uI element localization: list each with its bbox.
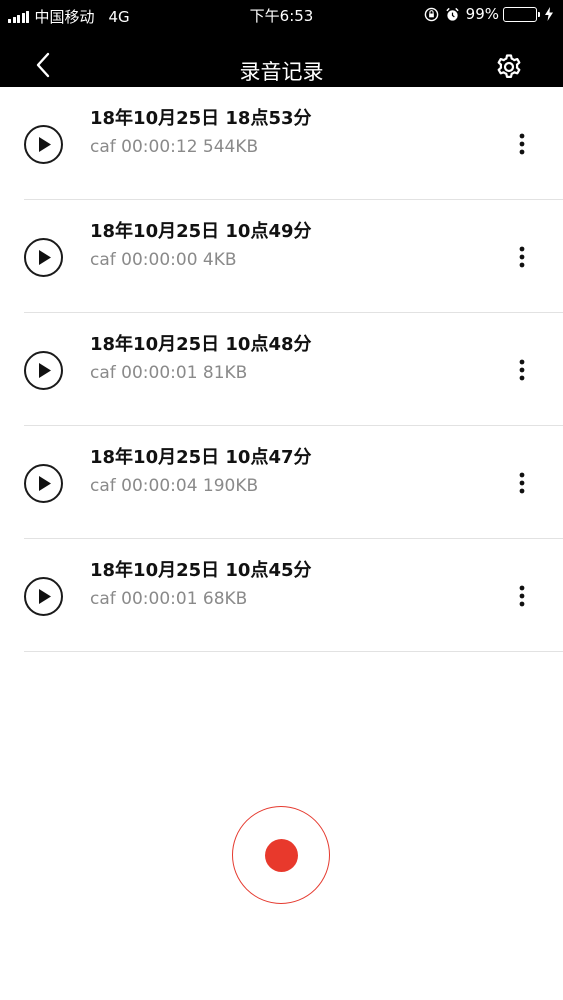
charging-icon xyxy=(545,7,553,21)
more-vertical-icon xyxy=(519,585,525,607)
list-item[interactable]: 18年10月25日 10点48分 caf 00:00:01 81KB xyxy=(0,313,563,426)
play-button[interactable] xyxy=(24,464,63,503)
more-options-button[interactable] xyxy=(506,579,538,613)
recording-title: 18年10月25日 10点48分 xyxy=(90,334,312,355)
list-item[interactable]: 18年10月25日 10点45分 caf 00:00:01 68KB xyxy=(0,539,563,652)
recording-meta: caf 00:00:00 4KB xyxy=(90,250,237,270)
play-icon xyxy=(39,476,51,491)
play-button[interactable] xyxy=(24,125,63,164)
gear-icon xyxy=(495,53,523,81)
recording-meta: caf 00:00:12 544KB xyxy=(90,137,259,157)
row-divider xyxy=(24,651,563,652)
recording-title: 18年10月25日 10点47分 xyxy=(90,447,312,468)
page-title: 录音记录 xyxy=(239,60,324,84)
more-vertical-icon xyxy=(519,246,525,268)
status-right: 99% xyxy=(424,5,553,23)
play-icon xyxy=(39,137,51,152)
battery-icon xyxy=(503,6,540,22)
more-vertical-icon xyxy=(519,133,525,155)
list-item[interactable]: 18年10月25日 18点53分 caf 00:00:12 544KB xyxy=(0,87,563,200)
record-icon xyxy=(264,838,298,872)
recording-title: 18年10月25日 10点45分 xyxy=(90,560,312,581)
recording-list: 18年10月25日 18点53分 caf 00:00:12 544KB 18年1… xyxy=(0,87,563,652)
recording-meta: caf 00:00:01 81KB xyxy=(90,363,248,383)
more-options-button[interactable] xyxy=(506,240,538,274)
more-vertical-icon xyxy=(519,472,525,494)
nav-bar: 录音记录 xyxy=(0,40,563,87)
recording-title: 18年10月25日 18点53分 xyxy=(90,108,312,129)
alarm-icon xyxy=(445,7,460,22)
play-icon xyxy=(39,363,51,378)
status-bar: 中国移动 4G 下午6:53 99% xyxy=(0,0,563,30)
play-icon xyxy=(39,589,51,604)
list-item[interactable]: 18年10月25日 10点47分 caf 00:00:04 190KB xyxy=(0,426,563,539)
play-button[interactable] xyxy=(24,577,63,616)
settings-button[interactable] xyxy=(492,50,526,84)
recording-title: 18年10月25日 10点49分 xyxy=(90,221,312,242)
more-options-button[interactable] xyxy=(506,466,538,500)
top-bar: 中国移动 4G 下午6:53 99% 录音记录 xyxy=(0,0,563,87)
battery-percent: 99% xyxy=(465,5,499,23)
orientation-lock-icon xyxy=(424,7,439,22)
record-button[interactable] xyxy=(232,806,330,904)
recording-meta: caf 00:00:04 190KB xyxy=(90,476,259,496)
more-vertical-icon xyxy=(519,359,525,381)
more-options-button[interactable] xyxy=(506,353,538,387)
play-button[interactable] xyxy=(24,238,63,277)
more-options-button[interactable] xyxy=(506,127,538,161)
list-item[interactable]: 18年10月25日 10点49分 caf 00:00:00 4KB xyxy=(0,200,563,313)
recording-meta: caf 00:00:01 68KB xyxy=(90,589,248,609)
play-button[interactable] xyxy=(24,351,63,390)
play-icon xyxy=(39,250,51,265)
